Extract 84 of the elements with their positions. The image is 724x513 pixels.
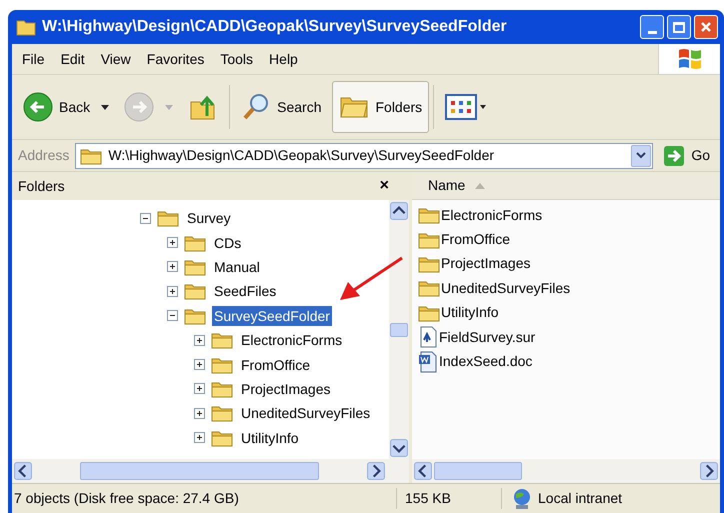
scroll-thumb[interactable] — [390, 322, 408, 336]
folder-icon — [184, 306, 206, 325]
scroll-left-icon[interactable] — [14, 462, 32, 480]
tree-item[interactable]: FromOffice — [239, 354, 312, 375]
document-icon — [418, 326, 438, 348]
back-button[interactable]: Back — [16, 81, 98, 133]
close-icon — [700, 21, 712, 33]
status-size: 155 KB — [397, 488, 502, 509]
file-name[interactable]: IndexSeed.doc — [439, 351, 532, 372]
folder-icon — [211, 428, 233, 447]
folder-icon — [418, 254, 440, 273]
tree-item[interactable]: UtilityInfo — [239, 428, 301, 448]
scroll-up-icon[interactable] — [390, 202, 408, 220]
menu-item[interactable]: Favorites — [140, 48, 210, 70]
file-name[interactable]: ElectronicForms — [441, 204, 542, 226]
expand-icon[interactable] — [167, 286, 178, 297]
folder-icon — [184, 282, 206, 300]
tree-item[interactable]: SurveySeedFolder — [212, 306, 332, 326]
horizontal-scrollbar[interactable] — [12, 459, 409, 483]
scroll-down-icon[interactable] — [390, 439, 408, 457]
tree-item[interactable]: CDs — [212, 232, 244, 253]
vertical-scrollbar[interactable] — [389, 200, 409, 459]
status-zone: Local intranet — [538, 489, 622, 508]
scroll-right-icon[interactable] — [367, 462, 385, 480]
scroll-left-icon[interactable] — [414, 462, 432, 480]
file-name[interactable]: UtilityInfo — [441, 302, 499, 324]
file-name[interactable]: UneditedSurveyFiles — [441, 278, 570, 299]
menu-item[interactable]: Help — [263, 48, 304, 70]
expand-icon[interactable] — [194, 408, 205, 419]
expand-icon[interactable] — [194, 334, 205, 346]
horizontal-scrollbar[interactable] — [412, 459, 720, 483]
sort-arrow-icon — [475, 182, 486, 188]
folders-button[interactable]: Folders — [332, 81, 430, 133]
window-title: W:\Highway\Design\CADD\Geopak\Survey\SurveySeedFolder — [42, 17, 508, 37]
expand-icon[interactable] — [194, 359, 205, 370]
folder-icon — [157, 209, 179, 228]
caret-icon[interactable] — [101, 104, 110, 110]
pane-title: Folders — [18, 176, 65, 196]
close-button[interactable] — [694, 15, 718, 39]
expand-icon[interactable] — [167, 237, 178, 248]
collapse-icon[interactable] — [140, 212, 151, 224]
folder-icon — [211, 331, 233, 350]
minimize-button[interactable] — [640, 15, 664, 39]
file-name[interactable]: FromOffice — [441, 229, 510, 250]
expand-icon[interactable] — [194, 383, 205, 394]
tree-item[interactable]: Manual — [212, 256, 262, 277]
folder-icon — [16, 18, 36, 36]
word-document-icon — [418, 350, 438, 373]
file-name[interactable]: FieldSurvey.sur — [439, 326, 536, 348]
folder-icon — [184, 234, 206, 252]
expand-icon[interactable] — [194, 432, 205, 444]
folder-icon — [211, 404, 233, 422]
column-header[interactable]: Name — [412, 172, 720, 200]
folder-icon — [418, 230, 440, 249]
go-button[interactable]: Go — [659, 144, 714, 166]
search-button[interactable]: Search — [234, 81, 328, 133]
pane-close-button[interactable]: × — [380, 174, 389, 198]
maximize-button[interactable] — [667, 15, 691, 39]
file-name[interactable]: ProjectImages — [441, 253, 530, 274]
folder-icon — [418, 304, 440, 322]
folder-icon — [418, 206, 440, 224]
dropdown-icon[interactable] — [636, 152, 646, 159]
folder-icon — [80, 146, 102, 164]
folder-icon — [211, 356, 233, 374]
tree-item[interactable]: UneditedSurveyFiles — [239, 403, 372, 424]
pointer-arrow — [338, 256, 404, 302]
folder-icon — [211, 380, 233, 398]
expand-icon[interactable] — [167, 261, 178, 272]
folder-icon — [184, 258, 206, 276]
windows-logo-icon — [676, 47, 702, 71]
status-text: 7 objects (Disk free space: 27.4 GB) — [12, 488, 397, 509]
tree-item[interactable]: SeedFiles — [212, 281, 278, 302]
address-field[interactable]: W:\Highway\Design\CADD\Geopak\Survey\SurveySeedFolder — [75, 142, 654, 168]
tree-item[interactable]: Survey — [185, 208, 233, 228]
menu-item[interactable]: Tools — [214, 48, 260, 70]
menu-item[interactable]: File — [16, 48, 51, 70]
scroll-right-icon[interactable] — [700, 462, 718, 480]
menu-item[interactable]: View — [94, 48, 137, 70]
folder-icon — [418, 279, 440, 298]
tree-item[interactable]: ProjectImages — [239, 378, 332, 399]
tree-item[interactable]: ElectronicForms — [239, 330, 344, 350]
address-label: Address — [18, 146, 70, 165]
collapse-icon[interactable] — [167, 310, 178, 322]
menu-item[interactable]: Edit — [54, 48, 91, 70]
